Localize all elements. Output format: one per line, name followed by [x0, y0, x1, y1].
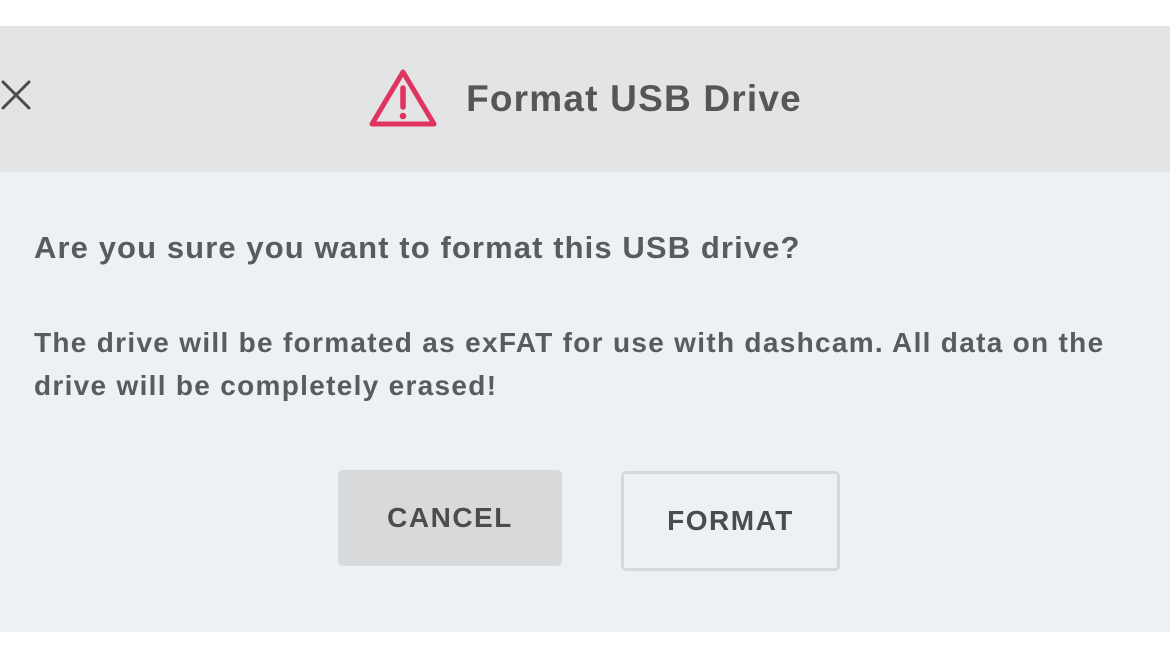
format-usb-dialog: Format USB Drive Are you sure you want t…: [0, 26, 1170, 632]
confirmation-question: Are you sure you want to format this USB…: [34, 230, 801, 265]
warning-message: The drive will be formated as exFAT for …: [34, 327, 1105, 401]
warning-triangle-icon: [368, 68, 438, 128]
dialog-header: Format USB Drive: [0, 26, 1170, 172]
dialog-title: Format USB Drive: [466, 78, 802, 119]
format-button[interactable]: FORMAT: [621, 471, 840, 571]
header-title-group: Format USB Drive: [0, 26, 1170, 172]
cancel-button[interactable]: CANCEL: [338, 470, 562, 566]
